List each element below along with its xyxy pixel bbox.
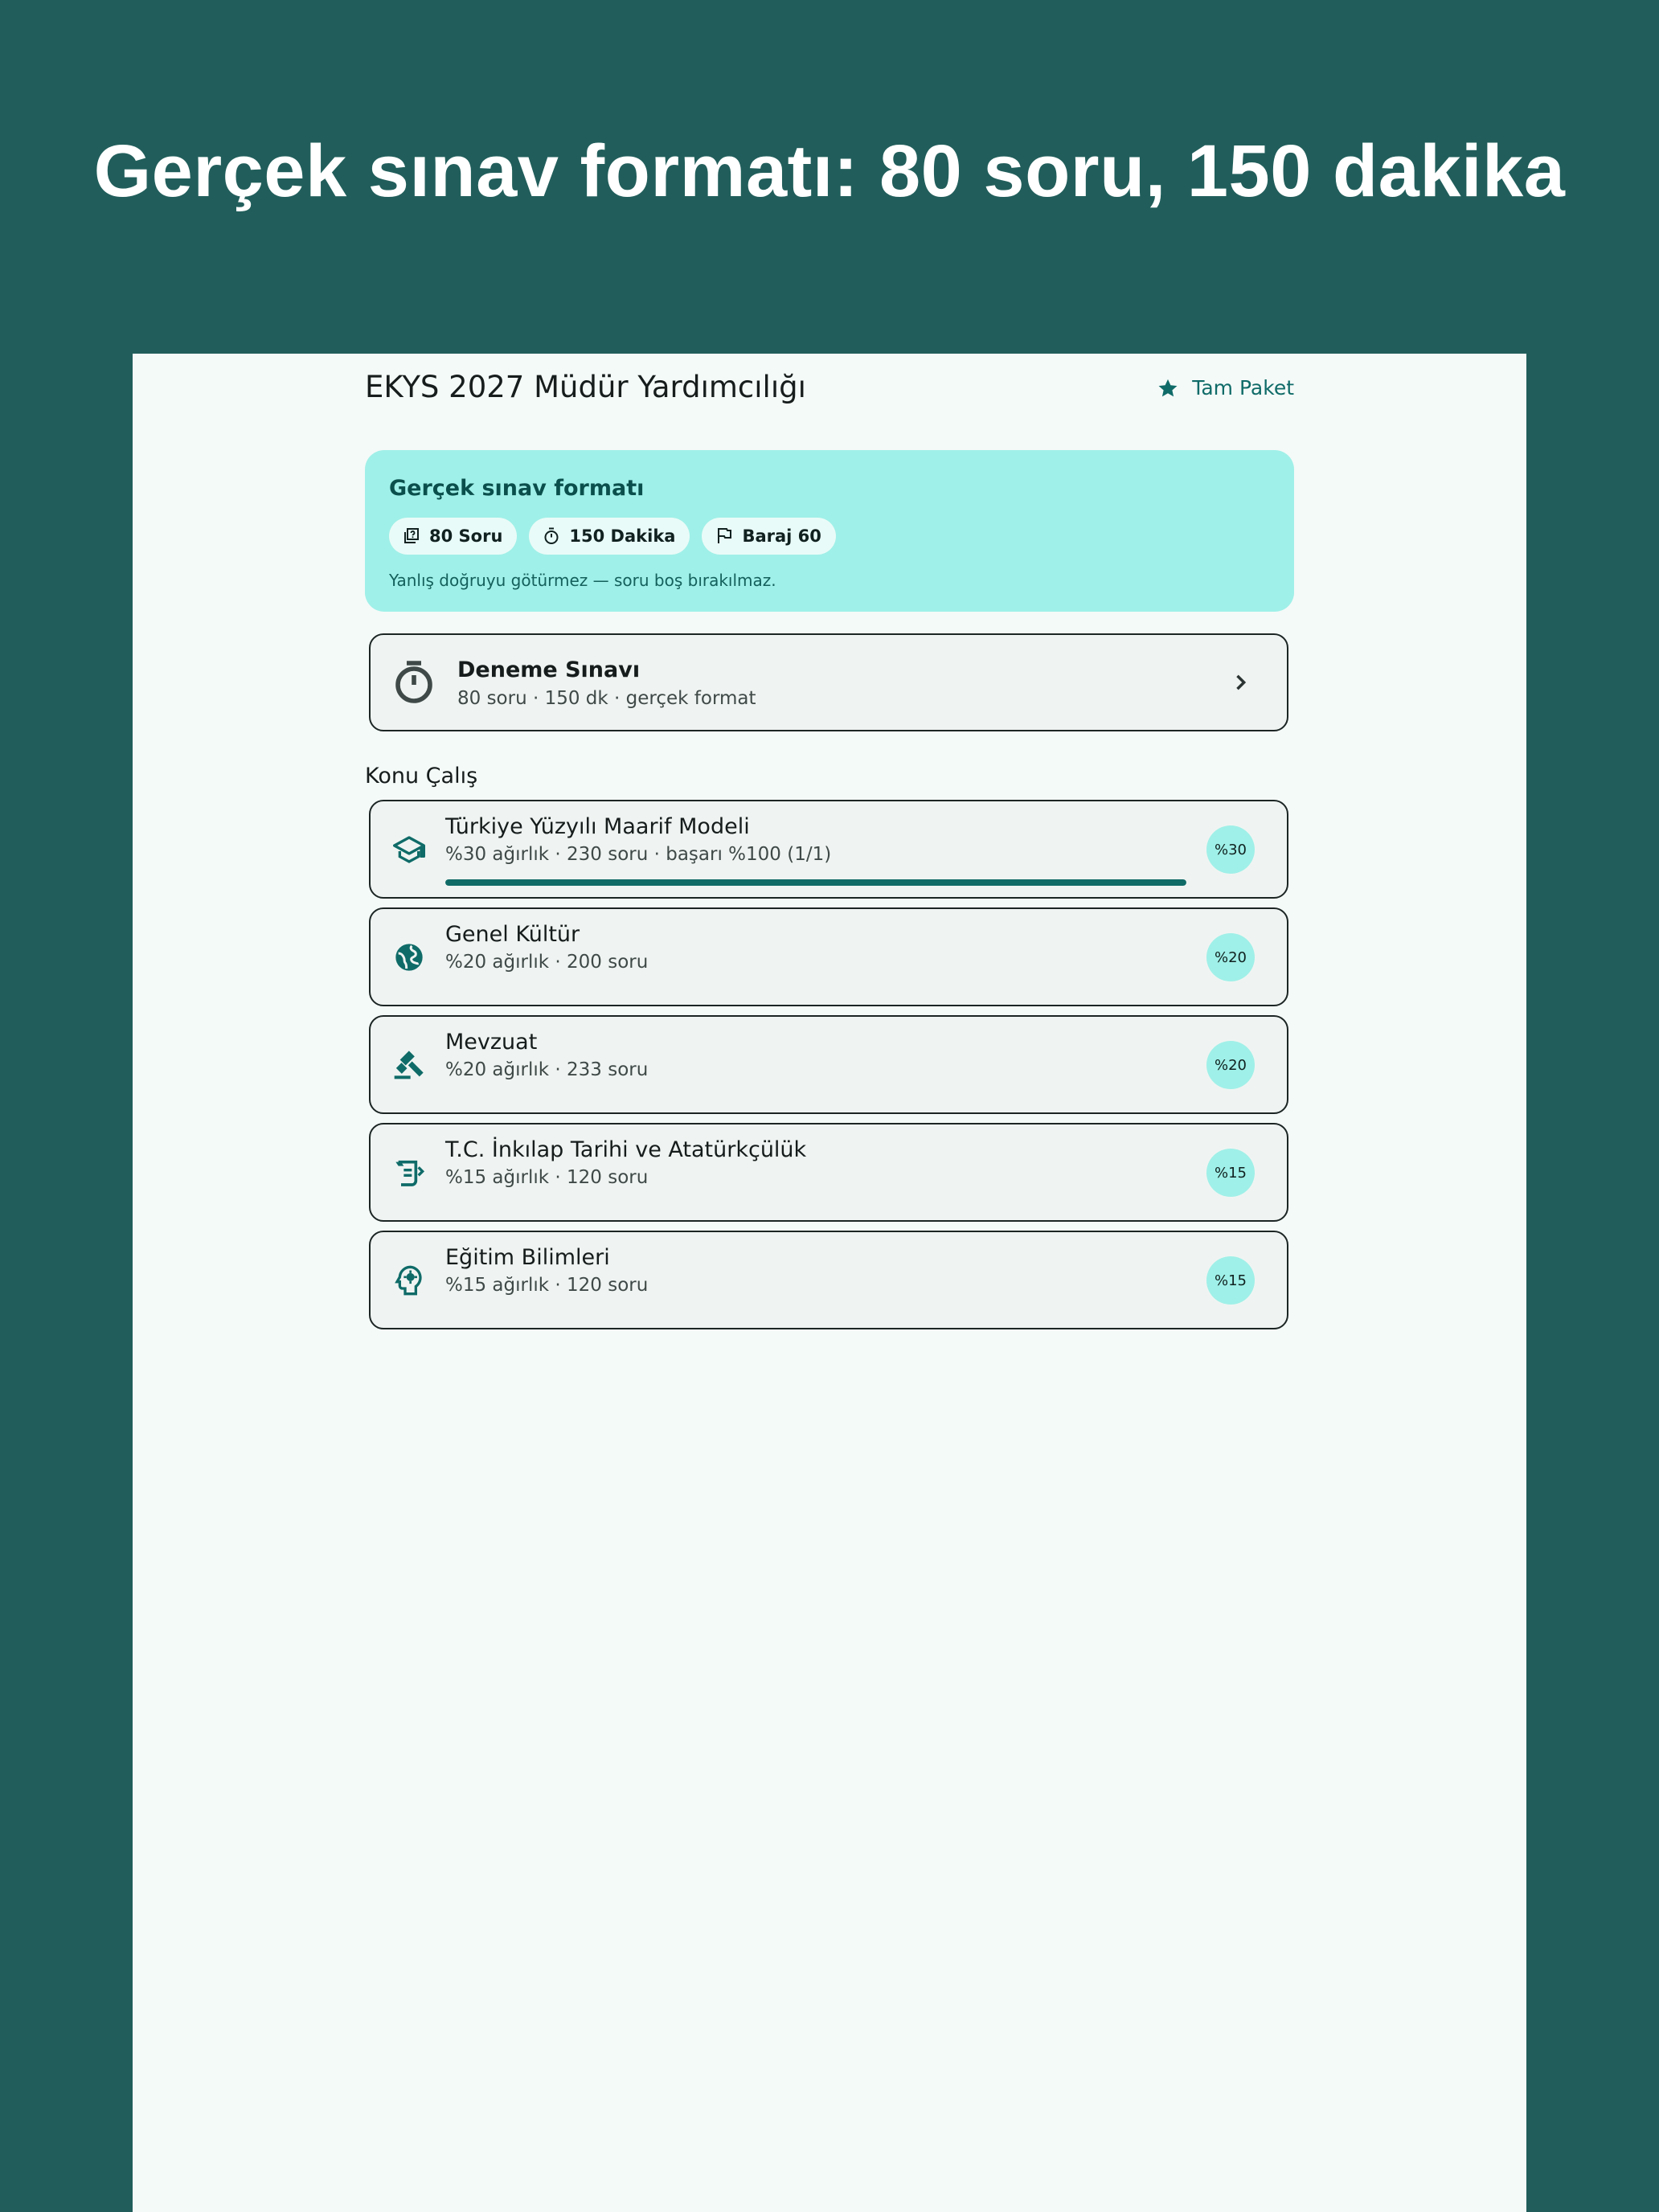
app-screen: EKYS 2027 Müdür Yardımcılığı Tam Paket G… bbox=[133, 354, 1526, 2212]
topic-card-mevzuat[interactable]: Mevzuat %20 ağırlık · 233 soru %20 bbox=[369, 1015, 1288, 1114]
exam-format-card: Gerçek sınav formatı 80 Soru 150 Dakika … bbox=[365, 450, 1294, 612]
globe-icon bbox=[395, 944, 423, 971]
flag-icon bbox=[718, 528, 732, 543]
promo-headline: Gerçek sınav formatı: 80 soru, 150 dakik… bbox=[93, 130, 1566, 212]
gavel-icon bbox=[394, 1051, 424, 1079]
topic-subtitle: %15 ağırlık · 120 soru bbox=[445, 1275, 649, 1296]
topic-subtitle: %20 ağırlık · 200 soru bbox=[445, 952, 649, 973]
topic-card-inkilap-tarihi[interactable]: T.C. İnkılap Tarihi ve Atatürkçülük %15 … bbox=[369, 1123, 1288, 1222]
timer-icon bbox=[395, 661, 432, 703]
app-title: EKYS 2027 Müdür Yardımcılığı bbox=[365, 370, 806, 404]
section-title-topics: Konu Çalış bbox=[365, 764, 478, 789]
app-content: EKYS 2027 Müdür Yardımcılığı Tam Paket G… bbox=[365, 354, 1294, 1329]
mock-exam-card[interactable]: Deneme Sınavı 80 soru · 150 dk · gerçek … bbox=[369, 633, 1288, 731]
question-box-icon bbox=[404, 528, 419, 543]
history-scroll-icon bbox=[395, 1160, 425, 1186]
chevron-right-icon bbox=[1236, 674, 1247, 690]
graduation-cap-icon bbox=[393, 836, 425, 863]
package-button[interactable]: Tam Paket bbox=[1157, 376, 1294, 399]
topic-title: Eğitim Bilimleri bbox=[445, 1245, 610, 1270]
chip-duration-label: 150 Dakika bbox=[569, 526, 676, 546]
topic-weight-badge: %20 bbox=[1206, 933, 1255, 981]
topic-progress-bar bbox=[445, 879, 1186, 886]
topic-card-genel-kultur[interactable]: Genel Kültür %20 ağırlık · 200 soru %20 bbox=[369, 907, 1288, 1006]
chip-duration: 150 Dakika bbox=[529, 518, 690, 555]
topic-weight-badge: %20 bbox=[1206, 1041, 1255, 1089]
format-note: Yanlış doğruyu götürmez — soru boş bırak… bbox=[389, 571, 776, 590]
chip-threshold: Baraj 60 bbox=[702, 518, 836, 555]
format-card-title: Gerçek sınav formatı bbox=[389, 476, 645, 501]
topic-title: Türkiye Yüzyılı Maarif Modeli bbox=[445, 814, 750, 839]
topic-subtitle: %30 ağırlık · 230 soru · başarı %100 (1/… bbox=[445, 844, 832, 865]
topic-card-egitim-bilimleri[interactable]: Eğitim Bilimleri %15 ağırlık · 120 soru … bbox=[369, 1231, 1288, 1329]
chip-threshold-label: Baraj 60 bbox=[742, 526, 821, 546]
topic-card-maarif[interactable]: Türkiye Yüzyılı Maarif Modeli %30 ağırlı… bbox=[369, 800, 1288, 899]
package-label: Tam Paket bbox=[1192, 376, 1294, 399]
mock-exam-title: Deneme Sınavı bbox=[457, 657, 641, 682]
topic-title: Genel Kültür bbox=[445, 922, 580, 947]
topic-title: Mevzuat bbox=[445, 1030, 538, 1055]
mock-exam-subtitle: 80 soru · 150 dk · gerçek format bbox=[457, 688, 756, 709]
topic-title: T.C. İnkılap Tarihi ve Atatürkçülük bbox=[445, 1137, 807, 1162]
chip-question-label: 80 Soru bbox=[429, 526, 503, 546]
format-chips: 80 Soru 150 Dakika Baraj 60 bbox=[389, 518, 836, 555]
topic-progress-fill bbox=[445, 879, 1186, 886]
topic-weight-badge: %15 bbox=[1206, 1149, 1255, 1197]
chip-question-count: 80 Soru bbox=[389, 518, 518, 555]
psychology-head-icon bbox=[395, 1265, 422, 1296]
app-bar: EKYS 2027 Müdür Yardımcılığı Tam Paket bbox=[365, 354, 1294, 426]
topic-subtitle: %20 ağırlık · 233 soru bbox=[445, 1059, 649, 1080]
topic-subtitle: %15 ağırlık · 120 soru bbox=[445, 1167, 649, 1188]
timer-icon bbox=[544, 527, 559, 544]
topic-weight-badge: %30 bbox=[1206, 825, 1255, 874]
star-icon bbox=[1158, 379, 1178, 396]
topic-weight-badge: %15 bbox=[1206, 1256, 1255, 1305]
